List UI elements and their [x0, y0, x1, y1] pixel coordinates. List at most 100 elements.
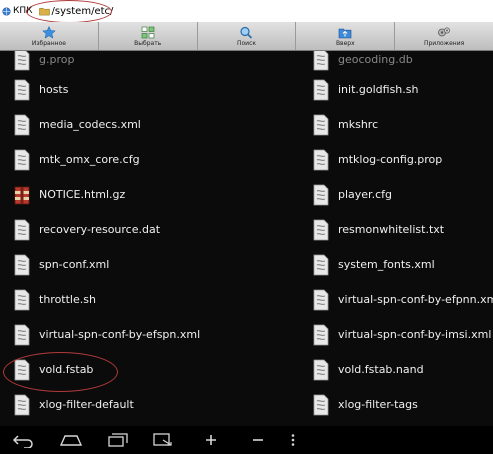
file-row: xlog-filter-default xlog-filter-tags — [0, 387, 493, 422]
folder-icon — [38, 8, 50, 16]
file-name: recovery-resource.dat — [39, 223, 161, 236]
path-text: /system/etc/ — [51, 5, 114, 17]
file-item[interactable]: throttle.sh — [13, 282, 96, 317]
file-item[interactable]: mtklog-config.prop — [312, 142, 442, 177]
menu-icon — [291, 434, 295, 446]
file-row: vold.fstab vold.fstab.nand — [0, 352, 493, 387]
file-name: g.prop — [39, 53, 75, 66]
file-name: throttle.sh — [39, 293, 96, 306]
file-item[interactable]: media_codecs.xml — [13, 107, 141, 142]
file-name: NOTICE.html.gz — [39, 188, 126, 201]
document-icon — [14, 219, 30, 240]
file-item[interactable]: virtual-spn-conf-by-efspn.xml — [13, 317, 200, 352]
archive-icon — [14, 186, 30, 204]
document-icon — [14, 254, 30, 275]
file-name: xlog-filter-default — [39, 398, 134, 411]
file-name: resmonwhitelist.txt — [338, 223, 445, 236]
file-name: init.goldfish.sh — [338, 83, 419, 96]
file-item[interactable]: resmonwhitelist.txt — [312, 212, 444, 247]
document-icon — [313, 359, 329, 380]
back-button[interactable] — [10, 431, 36, 449]
file-row: hosts init.goldfish.sh — [0, 72, 493, 107]
star-icon — [42, 25, 56, 39]
apps-button[interactable]: Приложения — [395, 22, 493, 50]
app-label-text: КПК — [13, 6, 33, 16]
file-row: recovery-resource.dat resmonwhitelist.tx… — [0, 212, 493, 247]
file-item[interactable]: virtual-spn-conf-by-imsi.xml — [312, 317, 491, 352]
toolbar: Избранное Выбрать Поиск Вверх Приложения — [0, 22, 493, 51]
file-row: throttle.sh virtual-spn-conf-by-efpnn.xm… — [0, 282, 493, 317]
recent-apps-button[interactable] — [106, 431, 130, 449]
file-item[interactable]: spn-conf.xml — [13, 247, 109, 282]
file-item[interactable]: xlog-filter-default — [13, 387, 134, 422]
file-row: NOTICE.html.gz player.cfg — [0, 177, 493, 212]
volume-down-icon — [253, 439, 263, 441]
menu-button[interactable] — [286, 431, 300, 449]
document-icon — [14, 324, 30, 345]
file-name: virtual-spn-conf-by-imsi.xml — [338, 328, 492, 341]
file-item[interactable]: mkshrc — [312, 107, 378, 142]
folder-up-icon — [338, 28, 352, 38]
document-icon — [313, 51, 329, 70]
up-button[interactable]: Вверх — [296, 22, 396, 50]
file-name: media_codecs.xml — [39, 118, 141, 131]
document-icon — [313, 254, 329, 275]
file-name: geocoding.db — [338, 53, 413, 66]
favorites-button[interactable]: Избранное — [0, 22, 99, 50]
search-icon — [240, 26, 253, 39]
document-icon — [14, 394, 30, 415]
app-label[interactable]: КПК — [2, 6, 33, 16]
file-item[interactable]: vold.fstab — [13, 352, 93, 387]
apps-gear-icon — [438, 27, 451, 36]
document-icon — [14, 51, 30, 70]
select-grid-icon — [141, 26, 155, 38]
home-button[interactable] — [58, 431, 84, 449]
document-icon — [14, 359, 30, 380]
select-button[interactable]: Выбрать — [99, 22, 198, 50]
file-item[interactable]: mtk_omx_core.cfg — [13, 142, 140, 177]
apps-label: Приложения — [423, 39, 465, 47]
document-icon — [14, 79, 30, 100]
file-name: spn-conf.xml — [39, 258, 110, 271]
document-icon — [313, 79, 329, 100]
file-name: virtual-spn-conf-by-efpnn.xml — [338, 293, 493, 306]
file-item[interactable]: hosts — [13, 72, 68, 107]
document-icon — [313, 394, 329, 415]
screenshot-button[interactable] — [152, 431, 174, 449]
file-name: player.cfg — [338, 188, 392, 201]
file-name: mtklog-config.prop — [338, 153, 443, 166]
globe-icon — [2, 6, 11, 16]
volume-up-button[interactable] — [202, 431, 220, 449]
volume-down-button[interactable] — [249, 431, 267, 449]
home-icon — [59, 435, 83, 446]
document-icon — [313, 114, 329, 135]
file-item[interactable]: xlog-filter-tags — [312, 387, 418, 422]
select-label: Выбрать — [134, 39, 162, 47]
file-item[interactable]: virtual-spn-conf-by-efpnn.xml — [312, 282, 493, 317]
file-item[interactable]: NOTICE.html.gz — [13, 177, 125, 212]
file-list: g.prop geocoding.db hosts init.goldfish.… — [0, 51, 493, 426]
file-item[interactable]: system_fonts.xml — [312, 247, 435, 282]
system-nav-bar — [0, 426, 493, 454]
back-icon — [12, 435, 33, 448]
file-name: system_fonts.xml — [338, 258, 435, 271]
file-row: media_codecs.xml mkshrc — [0, 107, 493, 142]
address-bar: КПК /system/etc/ — [0, 0, 493, 22]
file-item[interactable]: recovery-resource.dat — [13, 212, 160, 247]
file-name: vold.fstab.nand — [338, 363, 424, 376]
file-row: virtual-spn-conf-by-efspn.xml virtual-sp… — [0, 317, 493, 352]
file-name: vold.fstab — [39, 363, 94, 376]
file-name: virtual-spn-conf-by-efspn.xml — [39, 328, 201, 341]
search-button[interactable]: Поиск — [198, 22, 297, 50]
file-item[interactable]: player.cfg — [312, 177, 392, 212]
document-icon — [313, 219, 329, 240]
file-row: mtk_omx_core.cfg mtklog-config.prop — [0, 142, 493, 177]
file-item[interactable]: vold.fstab.nand — [312, 352, 424, 387]
file-name: hosts — [39, 83, 69, 96]
path-field[interactable]: /system/etc/ — [38, 5, 114, 17]
document-icon — [14, 149, 30, 170]
file-item[interactable]: init.goldfish.sh — [312, 72, 418, 107]
document-icon — [313, 184, 329, 205]
document-icon — [313, 149, 329, 170]
file-name: mtk_omx_core.cfg — [39, 153, 140, 166]
